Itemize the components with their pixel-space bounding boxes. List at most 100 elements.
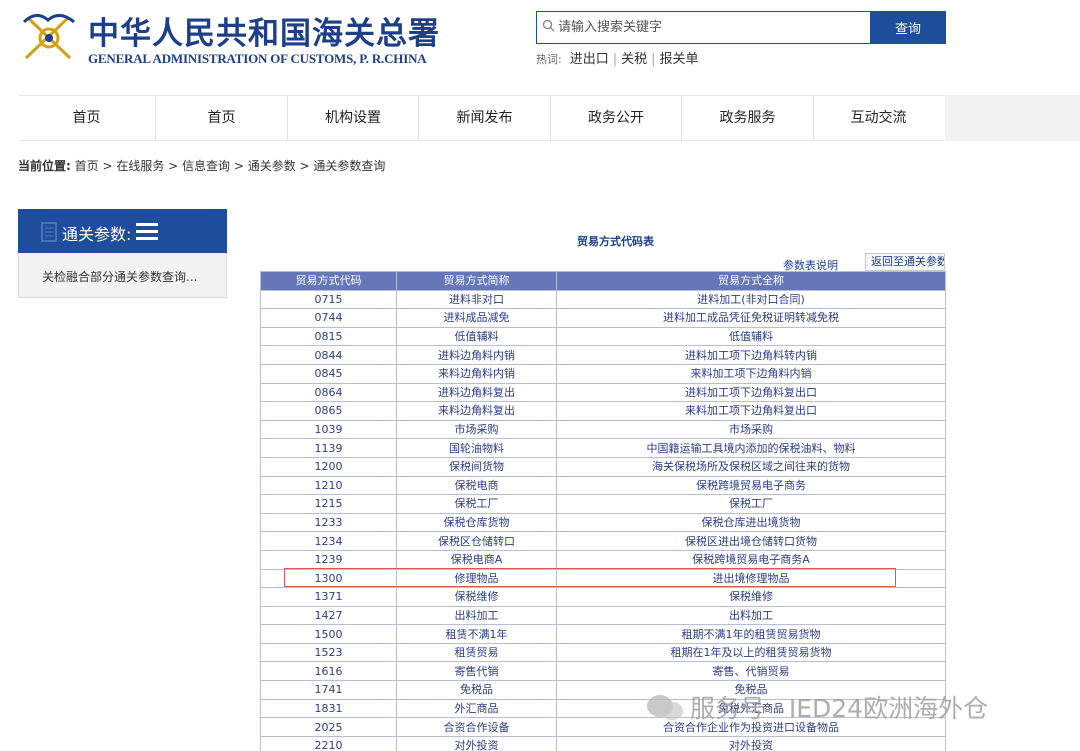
nav-item-interaction[interactable]: 互动交流 <box>813 96 943 140</box>
short-name-cell: 租赁不满1年 <box>396 624 557 644</box>
short-name-cell: 合资合作设备 <box>396 717 557 737</box>
code-cell: 0744 <box>260 308 397 328</box>
code-cell: 0815 <box>260 326 397 347</box>
customs-emblem-logo <box>22 14 75 60</box>
full-name-cell: 来料加工项下边角料复出口 <box>556 401 946 421</box>
table-row: 1616 寄售代销 寄售、代销贸易 <box>260 661 946 682</box>
code-cell: 1616 <box>260 661 397 682</box>
full-name-cell: 租期在1年及以上的租赁贸易货物 <box>556 642 946 663</box>
nav-item-home[interactable]: 首页 <box>18 96 155 140</box>
table-row: 1039 市场采购 市场采购 <box>260 419 946 440</box>
search-button[interactable]: 查询 <box>870 11 946 44</box>
short-name-cell: 国轮油物料 <box>396 438 557 458</box>
full-name-cell: 进料加工成品凭征免税证明转减免税 <box>556 308 946 328</box>
hot-keywords-label: 热词: <box>536 53 562 66</box>
table-title: 贸易方式代码表 <box>577 235 654 248</box>
code-cell: 1234 <box>260 531 397 551</box>
full-name-cell: 海关保税场所及保税区域之间往来的货物 <box>556 456 946 477</box>
breadcrumb-path[interactable]: 首页 > 在线服务 > 信息查询 > 通关参数 > 通关参数查询 <box>75 159 386 173</box>
hot-keyword-link[interactable]: 报关单 <box>660 52 699 67</box>
table-row: 1210 保税电商 保税跨境贸易电子商务 <box>260 475 946 496</box>
table-row: 1234 保税区仓储转口 保税区进出境仓储转口货物 <box>260 531 946 551</box>
full-name-cell: 寄售、代销贸易 <box>556 661 946 682</box>
short-name-cell: 来料边角料复出 <box>396 401 557 421</box>
nav-item-news[interactable]: 新闻发布 <box>418 96 550 140</box>
table-row: 0815 低值辅料 低值辅料 <box>260 326 946 347</box>
table-row: 0844 进料边角料内销 进料加工项下边角料转内销 <box>260 345 946 365</box>
back-button[interactable]: 返回至通关参数 <box>865 253 945 271</box>
nav-item-home-2[interactable]: 首页 <box>155 96 287 140</box>
site-title-cn: 中华人民共和国海关总署 <box>88 16 440 52</box>
code-cell: 1215 <box>260 494 397 514</box>
code-cell: 0715 <box>260 289 397 310</box>
code-cell: 0865 <box>260 401 397 421</box>
full-name-cell: 中国籍运输工具境内添加的保税油料、物料 <box>556 438 946 458</box>
short-name-cell: 寄售代销 <box>396 661 557 682</box>
search-icon <box>542 19 555 32</box>
nav-item-organization[interactable]: 机构设置 <box>287 96 418 140</box>
nav-item-government-services[interactable]: 政务服务 <box>681 96 813 140</box>
main-nav: 首页 首页 机构设置 新闻发布 政务公开 政务服务 互动交流 <box>18 95 945 141</box>
code-cell: 0844 <box>260 345 397 365</box>
table-row: 1233 保税仓库货物 保税仓库进出境货物 <box>260 512 946 533</box>
code-cell: 1239 <box>260 549 397 570</box>
full-name-cell: 进料加工(非对口合同) <box>556 289 946 310</box>
table-row: 1139 国轮油物料 中国籍运输工具境内添加的保税油料、物料 <box>260 438 946 458</box>
code-cell: 0845 <box>260 363 397 384</box>
table-row: 1239 保税电商A 保税跨境贸易电子商务A <box>260 549 946 570</box>
table-row: 1500 租赁不满1年 租期不满1年的租赁贸易货物 <box>260 624 946 644</box>
code-cell: 1039 <box>260 419 397 440</box>
code-cell: 1139 <box>260 438 397 458</box>
sidebar-title: 通关参数: <box>62 225 132 244</box>
table-row: 1200 保税间货物 海关保税场所及保税区域之间往来的货物 <box>260 456 946 477</box>
short-name-cell: 保税电商 <box>396 475 557 496</box>
breadcrumb-label: 当前位置: <box>18 159 71 173</box>
short-name-cell: 保税工厂 <box>396 494 557 514</box>
short-name-cell: 进料成品减免 <box>396 308 557 328</box>
code-cell: 1300 <box>260 568 397 589</box>
full-name-cell: 进出境修理物品 <box>556 568 946 589</box>
code-cell: 1523 <box>260 642 397 663</box>
short-name-cell: 保税电商A <box>396 549 557 570</box>
nav-background <box>945 95 1080 141</box>
hot-keyword-link[interactable]: 关税 <box>621 52 647 67</box>
full-name-cell: 对外投资 <box>556 735 946 751</box>
short-name-cell: 进料边角料复出 <box>396 382 557 403</box>
short-name-cell: 外汇商品 <box>396 698 557 719</box>
table-row: 0864 进料边角料复出 进料加工项下边角料复出口 <box>260 382 946 403</box>
full-name-cell: 租期不满1年的租赁贸易货物 <box>556 624 946 644</box>
full-name-cell: 保税仓库进出境货物 <box>556 512 946 533</box>
table-row: 0744 进料成品减免 进料加工成品凭征免税证明转减免税 <box>260 308 946 328</box>
full-name-cell: 保税区进出境仓储转口货物 <box>556 531 946 551</box>
menu-icon[interactable] <box>136 221 158 241</box>
table-row: 1300 修理物品 进出境修理物品 <box>260 568 946 589</box>
short-name-cell: 低值辅料 <box>396 326 557 347</box>
short-name-cell: 保税区仓储转口 <box>396 531 557 551</box>
code-cell: 1500 <box>260 624 397 644</box>
short-name-cell: 来料边角料内销 <box>396 363 557 384</box>
short-name-cell: 保税维修 <box>396 587 557 607</box>
full-name-cell: 保税跨境贸易电子商务A <box>556 549 946 570</box>
hot-keyword-link[interactable]: 进出口 <box>570 52 609 67</box>
full-name-cell: 保税维修 <box>556 587 946 607</box>
code-cell: 1427 <box>260 605 397 626</box>
breadcrumb: 当前位置: 首页 > 在线服务 > 信息查询 > 通关参数 > 通关参数查询 <box>18 157 385 174</box>
short-name-cell: 免税品 <box>396 680 557 700</box>
table-row: 0845 来料边角料内销 来料加工项下边角料内销 <box>260 363 946 384</box>
code-cell: 1200 <box>260 456 397 477</box>
nav-item-government-affairs[interactable]: 政务公开 <box>550 96 681 140</box>
watermark-text: 服务号 · IED24欧洲海外仓 <box>690 694 989 723</box>
code-cell: 1831 <box>260 698 397 719</box>
table-row: 0865 来料边角料复出 来料加工项下边角料复出口 <box>260 401 946 421</box>
short-name-cell: 保税间货物 <box>396 456 557 477</box>
code-cell: 2210 <box>260 735 397 751</box>
sidebar-link[interactable]: 关检融合部分通关参数查询... <box>42 268 197 285</box>
table-row: 1215 保税工厂 保税工厂 <box>260 494 946 514</box>
column-header: 贸易方式简称 <box>396 271 557 291</box>
search-input[interactable] <box>558 14 858 41</box>
code-cell: 2025 <box>260 717 397 737</box>
table-row: 1427 出料加工 出料加工 <box>260 605 946 626</box>
table-header-row: 贸易方式代码 贸易方式简称 贸易方式全称 <box>260 271 946 291</box>
short-name-cell: 市场采购 <box>396 419 557 440</box>
full-name-cell: 保税工厂 <box>556 494 946 514</box>
